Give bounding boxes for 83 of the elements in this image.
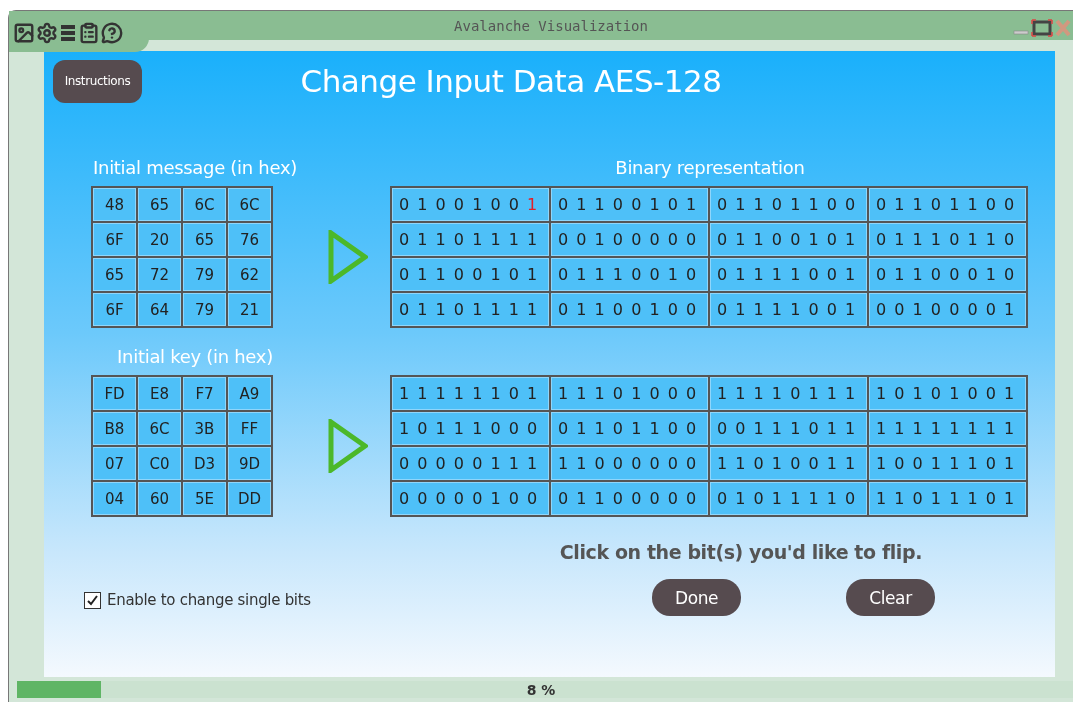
binary-cell[interactable]: 0 1 1 1 0 0 1 0: [551, 258, 708, 291]
play-arrow-icon: [328, 419, 368, 473]
hex-cell[interactable]: 65: [93, 258, 136, 291]
hex-cell[interactable]: 20: [138, 223, 181, 256]
hex-cell[interactable]: 72: [138, 258, 181, 291]
checkbox-label: Enable to change single bits: [107, 591, 311, 609]
hex-cell[interactable]: 9D: [228, 447, 271, 480]
hex-cell[interactable]: 6C: [228, 188, 271, 221]
binary-cell[interactable]: 1 1 1 1 1 1 0 1: [392, 377, 549, 410]
instructions-button[interactable]: Instructions: [53, 59, 142, 103]
hex-cell[interactable]: D3: [183, 447, 226, 480]
key-label: Initial key (in hex): [116, 345, 274, 369]
hex-cell[interactable]: E8: [138, 377, 181, 410]
binary-cell[interactable]: 0 1 0 1 1 1 1 0: [710, 482, 867, 515]
binary-cell[interactable]: 1 1 1 1 0 1 1 1: [710, 377, 867, 410]
action-button[interactable]: Done: [652, 579, 741, 616]
binary-cell[interactable]: 0 1 1 0 0 1 0 0: [551, 293, 708, 326]
binary-cell[interactable]: 1 1 0 1 0 0 1 1: [710, 447, 867, 480]
action-button[interactable]: Clear: [846, 579, 935, 616]
progress-reading: 8 %: [526, 681, 556, 698]
hex-cell[interactable]: 79: [183, 293, 226, 326]
binary-cell[interactable]: 0 1 1 0 0 1 0 1: [710, 223, 867, 256]
hint-text: Click on the bit(s) you'd like to flip.: [558, 541, 923, 563]
hex-cell[interactable]: B8: [93, 412, 136, 445]
hex-cell[interactable]: 3B: [183, 412, 226, 445]
hex-cell[interactable]: FF: [228, 412, 271, 445]
maximize-icon[interactable]: [1031, 19, 1053, 37]
hex-cell[interactable]: 5E: [183, 482, 226, 515]
hex-cell[interactable]: 79: [183, 258, 226, 291]
binary-cell[interactable]: 0 1 1 0 0 1 0 1: [392, 258, 549, 291]
hex-cell[interactable]: A9: [228, 377, 271, 410]
hex-cell[interactable]: 21: [228, 293, 271, 326]
hex-cell[interactable]: 62: [228, 258, 271, 291]
page-title: Change Input Data AES-128: [299, 63, 723, 99]
binary-label: Binary representation: [614, 156, 806, 180]
binary-cell[interactable]: 0 1 1 0 1 1 0 0: [869, 188, 1026, 221]
binary-cell[interactable]: 1 0 0 1 1 1 0 1: [869, 447, 1026, 480]
binary-cell[interactable]: 1 0 1 1 1 0 0 0: [392, 412, 549, 445]
help-icon[interactable]: [101, 21, 123, 44]
hex-cell[interactable]: 76: [228, 223, 271, 256]
gear-icon[interactable]: [36, 21, 58, 44]
binary-cell[interactable]: 0 1 0 0 1 0 0 1: [392, 188, 549, 221]
binary-cell[interactable]: 0 0 1 0 0 0 0 1: [869, 293, 1026, 326]
binary-cell[interactable]: 0 0 1 1 1 0 1 1: [710, 412, 867, 445]
binary-cell[interactable]: 0 1 1 0 1 1 0 0: [710, 188, 867, 221]
binary-cell[interactable]: 1 1 0 0 0 0 0 0: [551, 447, 708, 480]
binary-cell[interactable]: 1 1 0 1 1 1 0 1: [869, 482, 1026, 515]
binary-cell[interactable]: 1 1 1 1 1 1 1 1: [869, 412, 1026, 445]
hex-cell[interactable]: 6C: [138, 412, 181, 445]
hex-cell[interactable]: 48: [93, 188, 136, 221]
binary-cell[interactable]: 0 1 1 1 1 0 0 1: [710, 293, 867, 326]
binary-cell[interactable]: 0 0 0 0 0 1 0 0: [392, 482, 549, 515]
hex-cell[interactable]: C0: [138, 447, 181, 480]
binary-cell[interactable]: 1 1 1 0 1 0 0 0: [551, 377, 708, 410]
binary-cell[interactable]: 0 1 1 0 0 0 1 0: [869, 258, 1026, 291]
window-title: Avalanche Visualization: [453, 17, 649, 34]
message-label: Initial message (in hex): [92, 156, 298, 180]
hex-cell[interactable]: 64: [138, 293, 181, 326]
binary-cell[interactable]: 0 1 1 0 1 1 1 1: [392, 293, 549, 326]
binary-cell[interactable]: 0 1 1 0 1 1 1 1: [392, 223, 549, 256]
hex-cell[interactable]: 65: [138, 188, 181, 221]
binary-cell[interactable]: 0 1 1 0 0 1 0 1: [551, 188, 708, 221]
hex-cell[interactable]: 07: [93, 447, 136, 480]
binary-cell[interactable]: 0 0 0 0 0 1 1 1: [392, 447, 549, 480]
binary-cell[interactable]: 0 1 1 0 0 0 0 0: [551, 482, 708, 515]
binary-cell[interactable]: 0 0 1 0 0 0 0 0: [551, 223, 708, 256]
hex-cell[interactable]: 6C: [183, 188, 226, 221]
clipboard-icon[interactable]: [78, 21, 100, 44]
hex-cell[interactable]: 04: [93, 482, 136, 515]
checkbox[interactable]: [84, 591, 101, 609]
hex-cell[interactable]: 6F: [93, 223, 136, 256]
hex-cell[interactable]: FD: [93, 377, 136, 410]
binary-cell[interactable]: 0 1 1 1 1 0 0 1: [710, 258, 867, 291]
binary-cell[interactable]: 0 1 1 1 0 1 1 0: [869, 223, 1026, 256]
hex-cell[interactable]: 60: [138, 482, 181, 515]
hex-cell[interactable]: F7: [183, 377, 226, 410]
binary-cell[interactable]: 1 0 1 0 1 0 0 1: [869, 377, 1026, 410]
binary-cell[interactable]: 0 1 1 0 1 1 0 0: [551, 412, 708, 445]
hex-cell[interactable]: 65: [183, 223, 226, 256]
picture-icon[interactable]: [13, 21, 35, 44]
hex-cell[interactable]: DD: [228, 482, 271, 515]
hex-cell[interactable]: 6F: [93, 293, 136, 326]
play-arrow-icon: [328, 230, 368, 284]
